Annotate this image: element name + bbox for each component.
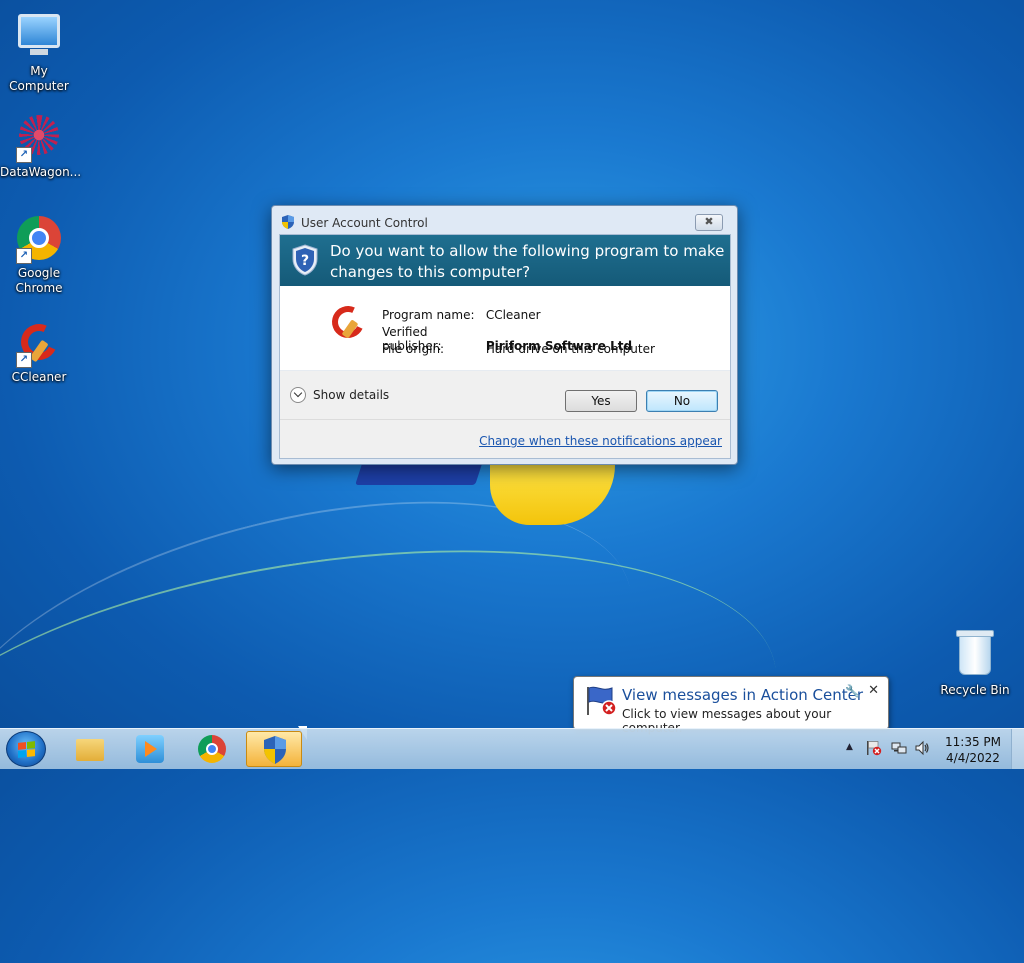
shortcut-arrow-icon: ↗: [16, 248, 32, 264]
taskbar: ▲ 11:35 PM 4/4/2022: [0, 728, 1024, 769]
security-shield-icon: ?: [292, 244, 318, 276]
taskbar-button-chrome[interactable]: [184, 731, 240, 767]
volume-icon[interactable]: [914, 740, 930, 756]
network-icon[interactable]: [891, 740, 907, 756]
desktop-icon-datawagon[interactable]: ↗ DataWagon...: [0, 112, 82, 180]
desktop-icon-my-computer[interactable]: My Computer: [0, 8, 78, 94]
change-notifications-link[interactable]: Change when these notifications appear: [479, 434, 722, 448]
chevron-down-icon: [290, 387, 306, 403]
uac-footer: Show details Yes No Change when these no…: [280, 371, 730, 458]
balloon-title: View messages in Action Center: [622, 686, 864, 704]
program-info: Program name: CCleaner Verified publishe…: [280, 286, 730, 371]
file-origin-row: File origin: Hard drive on this computer: [382, 342, 655, 356]
show-desktop-button[interactable]: [1011, 729, 1024, 769]
show-hidden-icons-arrow[interactable]: ▲: [846, 742, 853, 752]
folder-icon: [76, 739, 104, 761]
media-player-icon: [136, 735, 164, 763]
desktop-icon-label: My Computer: [9, 64, 69, 93]
program-name-label: Program name:: [382, 308, 475, 322]
uac-content: ? Do you want to allow the following pro…: [279, 234, 731, 459]
svg-text:?: ?: [301, 253, 309, 269]
close-button[interactable]: ✕: [868, 683, 879, 698]
desktop-icon-label: Recycle Bin: [940, 683, 1010, 697]
chrome-icon: ↗: [16, 216, 62, 264]
desktop-icon-label: CCleaner: [11, 370, 67, 384]
action-center-flag-icon: [587, 686, 617, 716]
uac-titlebar[interactable]: User Account Control ✖: [272, 206, 737, 234]
wallpaper-logo-yellow-pane: [490, 455, 615, 525]
uac-shield-icon: [282, 215, 294, 229]
uac-dialog: User Account Control ✖ ? Do you want to …: [271, 205, 738, 465]
windows-logo-icon: [18, 741, 35, 758]
system-clock[interactable]: 11:35 PM 4/4/2022: [938, 734, 1008, 766]
uac-shield-icon: [264, 736, 286, 764]
wrench-icon[interactable]: 🔧: [845, 684, 860, 698]
taskbar-button-media-player[interactable]: [122, 731, 178, 767]
action-center-flag-icon[interactable]: [866, 740, 882, 756]
desktop-icon-label: DataWagon...: [0, 165, 82, 179]
uac-title: User Account Control: [301, 216, 428, 230]
start-button[interactable]: [6, 731, 46, 767]
file-origin-label: File origin:: [382, 342, 445, 356]
action-center-balloon[interactable]: View messages in Action Center Click to …: [573, 676, 889, 735]
divider: [280, 419, 730, 420]
yes-button[interactable]: Yes: [565, 390, 637, 412]
ccleaner-icon: ↗: [15, 318, 63, 368]
desktop-icon-ccleaner[interactable]: ↗ CCleaner: [0, 318, 78, 385]
my-computer-icon: [16, 14, 62, 60]
taskbar-button-explorer[interactable]: [62, 731, 118, 767]
datawagon-icon: ↗: [16, 115, 62, 163]
program-name-row: Program name: CCleaner: [382, 308, 541, 322]
chrome-icon: [198, 735, 226, 763]
program-name-value: CCleaner: [485, 308, 541, 322]
uac-question: Do you want to allow the following progr…: [330, 242, 725, 281]
show-details-toggle[interactable]: Show details: [290, 385, 389, 405]
desktop-icon-google-chrome[interactable]: ↗ Google Chrome: [0, 215, 78, 296]
clock-time: 11:35 PM: [945, 735, 1001, 749]
ccleaner-icon: [327, 301, 369, 343]
show-details-label: Show details: [313, 388, 390, 402]
no-button[interactable]: No: [646, 390, 718, 412]
recycle-bin-icon: [952, 630, 998, 679]
file-origin-value: Hard drive on this computer: [485, 342, 655, 356]
taskbar-button-uac[interactable]: [246, 731, 302, 767]
desktop-icon-recycle-bin[interactable]: Recycle Bin: [936, 630, 1014, 698]
shortcut-arrow-icon: ↗: [16, 147, 32, 163]
uac-banner: ? Do you want to allow the following pro…: [280, 235, 730, 286]
shortcut-arrow-icon: ↗: [16, 352, 32, 368]
clock-date: 4/4/2022: [946, 751, 1000, 765]
desktop-icon-label: Google Chrome: [15, 266, 63, 295]
close-button[interactable]: ✖: [695, 214, 723, 231]
